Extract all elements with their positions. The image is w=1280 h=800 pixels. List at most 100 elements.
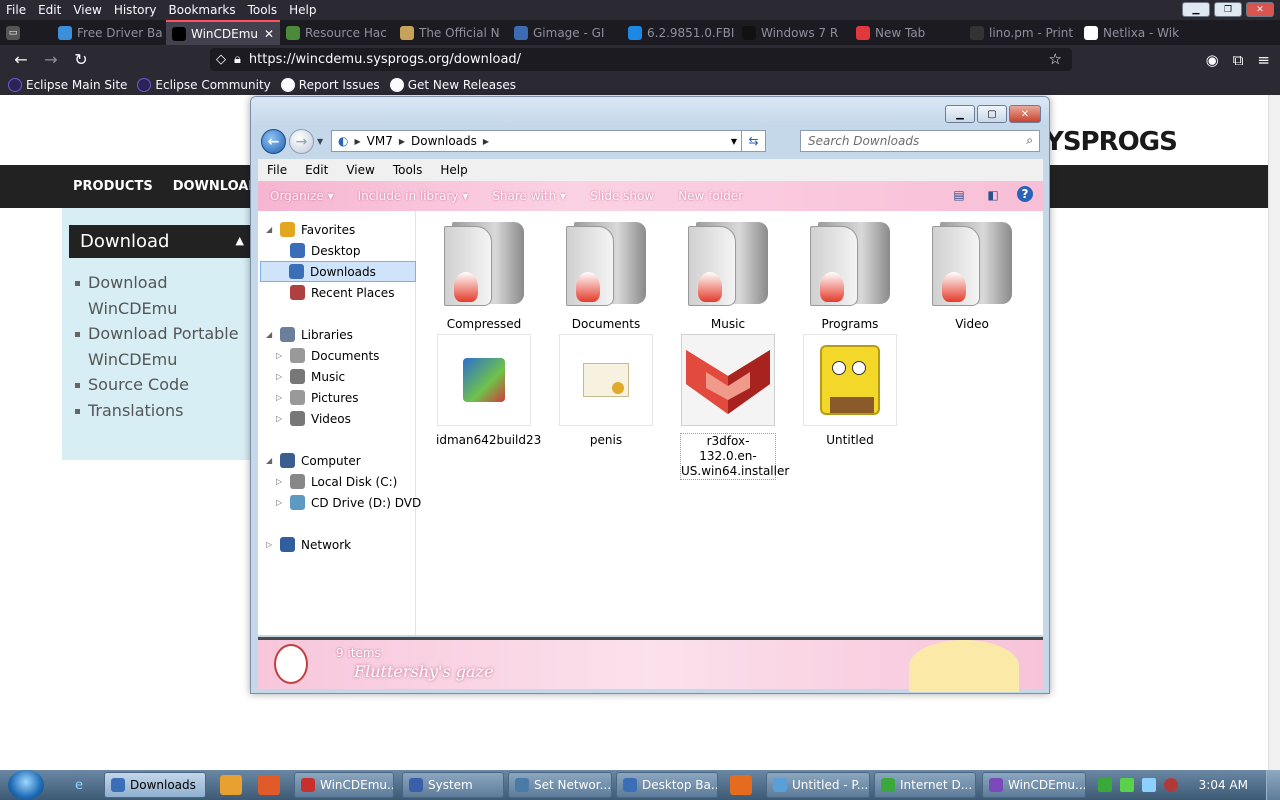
file-item[interactable]: Video [924,217,1020,332]
taskbar-clock[interactable]: 3:04 AM [1199,778,1248,792]
menu-history[interactable]: History [108,3,163,17]
collapsed-arrow-icon[interactable]: ▷ [266,540,274,549]
menu-help[interactable]: Help [283,3,322,17]
taskbar-button[interactable]: WinCDEmu... [294,772,394,798]
account-icon[interactable]: ◉ [1206,51,1219,69]
breadcrumb-vm7[interactable]: VM7 [367,134,393,148]
explorer-menu-help[interactable]: Help [431,163,476,177]
page-scrollbar[interactable] [1268,95,1280,770]
nav-download[interactable]: DOWNLOAD [173,179,259,194]
new-folder-button[interactable]: New folder [666,189,755,203]
taskbar-button[interactable]: System [402,772,504,798]
include-in-library-button[interactable]: Include in library ▾ [346,189,481,203]
network-tray-icon[interactable] [1098,778,1112,792]
nav-tree-item[interactable]: ◢ Favorites [266,219,355,240]
expanded-arrow-icon[interactable]: ◢ [266,330,274,339]
nav-tree-item[interactable]: ◢ Computer [266,450,361,471]
extensions-icon[interactable]: ⧉ [1233,51,1244,69]
slide-show-button[interactable]: Slide show [578,189,666,203]
collapsed-arrow-icon[interactable]: ▷ [276,477,284,486]
nav-tree-item[interactable]: ▷ Local Disk (C:) [276,471,397,492]
file-item[interactable]: penis [558,333,654,448]
breadcrumb-arrow-icon[interactable]: ▶ [399,137,405,146]
browser-tab[interactable]: Free Driver Ba [52,20,166,45]
search-icon[interactable]: ⌕ [1026,133,1033,148]
explorer-close-button[interactable]: ✕ [1009,105,1041,123]
breadcrumb-arrow-icon[interactable]: ▶ [354,137,360,146]
browser-tab[interactable]: Windows 7 R [736,20,850,45]
nav-tree-item[interactable]: ▷ Music [276,366,345,387]
collapsed-arrow-icon[interactable]: ▷ [276,393,284,402]
media-player-icon[interactable] [220,775,242,795]
menu-file[interactable]: File [0,3,32,17]
file-item[interactable]: Music [680,217,776,332]
share-with-button[interactable]: Share with ▾ [480,189,578,203]
change-view-icon[interactable]: ▤ [949,186,969,204]
nav-tree-item[interactable]: ▷ Pictures [276,387,359,408]
taskbar-button[interactable]: Untitled - P... [766,772,870,798]
nav-products[interactable]: PRODUCTS [73,179,153,194]
nav-tree-item[interactable]: ▷ CD Drive (D:) DVD [276,492,421,513]
reload-button[interactable]: ↻ [66,45,96,74]
expanded-arrow-icon[interactable]: ◢ [266,225,274,234]
taskbar-button[interactable]: WinCDEmu... [982,772,1086,798]
menu-tools[interactable]: Tools [242,3,284,17]
explorer-menu-file[interactable]: File [258,163,296,177]
browser-tab[interactable]: The Official N [394,20,508,45]
bookmark-report-issues[interactable]: Report Issues [280,77,380,92]
nav-tree-item[interactable]: Recent Places [276,282,394,303]
menu-view[interactable]: View [67,3,107,17]
organize-button[interactable]: Organize ▾ [258,189,346,203]
nav-tree-item[interactable]: ▷ Network [266,534,351,555]
taskbar-button[interactable]: Internet D... [874,772,976,798]
url-bar[interactable]: ◇ 🔒︎ https://wincdemu.sysprogs.org/downl… [210,48,1072,71]
taskbar-button[interactable]: Downloads [104,772,206,798]
taskbar-button[interactable]: Desktop Ba... [616,772,718,798]
nav-tree-item[interactable]: ▷ Documents [276,345,379,366]
battery-tray-icon[interactable] [1120,778,1134,792]
breadcrumb-downloads[interactable]: Downloads [411,134,477,148]
forward-button[interactable]: → [36,45,66,74]
breadcrumb-arrow-icon[interactable]: ▶ [483,137,489,146]
browser-tab[interactable]: 6.2.9851.0.FBI [622,20,736,45]
explorer-menu-view[interactable]: View [337,163,383,177]
back-button[interactable]: ← [6,45,36,74]
sidebar-heading[interactable]: Download ▲ [69,225,250,258]
file-item[interactable]: Untitled [802,333,898,448]
explorer-forward-button[interactable]: → [289,129,314,154]
nav-tree-item[interactable]: ▷ Videos [276,408,351,429]
link-download-portable[interactable]: Download Portable WinCDEmu [74,321,244,372]
volume-tray-icon[interactable] [1164,778,1178,792]
start-button[interactable] [8,770,44,800]
file-item[interactable]: idman642build23 [436,333,541,448]
collapsed-arrow-icon[interactable]: ▷ [276,351,284,360]
explorer-minimize-button[interactable]: ▁ [945,105,975,123]
help-icon[interactable]: ? [1017,186,1033,202]
address-dropdown-icon[interactable]: ▼ [731,137,737,146]
link-translations[interactable]: Translations [74,398,244,424]
preview-pane-icon[interactable]: ◧ [983,186,1003,204]
menu-bookmarks[interactable]: Bookmarks [163,3,242,17]
taskbar-button[interactable]: Set Networ... [508,772,612,798]
tab-overview-button[interactable]: ▭ [0,20,52,45]
tab-close-icon[interactable]: ✕ [264,27,274,41]
app-menu-icon[interactable]: ≡ [1257,51,1270,69]
explorer-title-bar[interactable]: ▁ ▢ ✕ [251,97,1049,127]
nav-tree-item[interactable]: Downloads [260,261,416,282]
explorer-maximize-button[interactable]: ▢ [977,105,1007,123]
search-downloads-input[interactable]: Search Downloads ⌕ [800,130,1040,152]
site-brand-logo[interactable]: YSPROGS [1045,127,1178,157]
file-item[interactable]: r3dfox-132.0.en-US.win64.installer [680,333,789,480]
link-download-wincdemu[interactable]: Download WinCDEmu [74,270,204,321]
refresh-button[interactable]: ⇆ [741,131,765,151]
browser-tab[interactable]: Resource Hac [280,20,394,45]
restore-button[interactable]: ❐ [1214,2,1242,17]
collapsed-arrow-icon[interactable]: ▷ [276,372,284,381]
browser-tab[interactable]: lino.pm - Print [964,20,1078,45]
nav-tree-item[interactable]: ◢ Libraries [266,324,353,345]
browser-tab[interactable]: WinCDEmu ✕ [166,20,280,45]
firefox-icon[interactable] [730,775,752,795]
expanded-arrow-icon[interactable]: ◢ [266,456,274,465]
browser-tab[interactable]: Gimage - GI [508,20,622,45]
bookmark-new-releases[interactable]: Get New Releases [389,77,516,92]
